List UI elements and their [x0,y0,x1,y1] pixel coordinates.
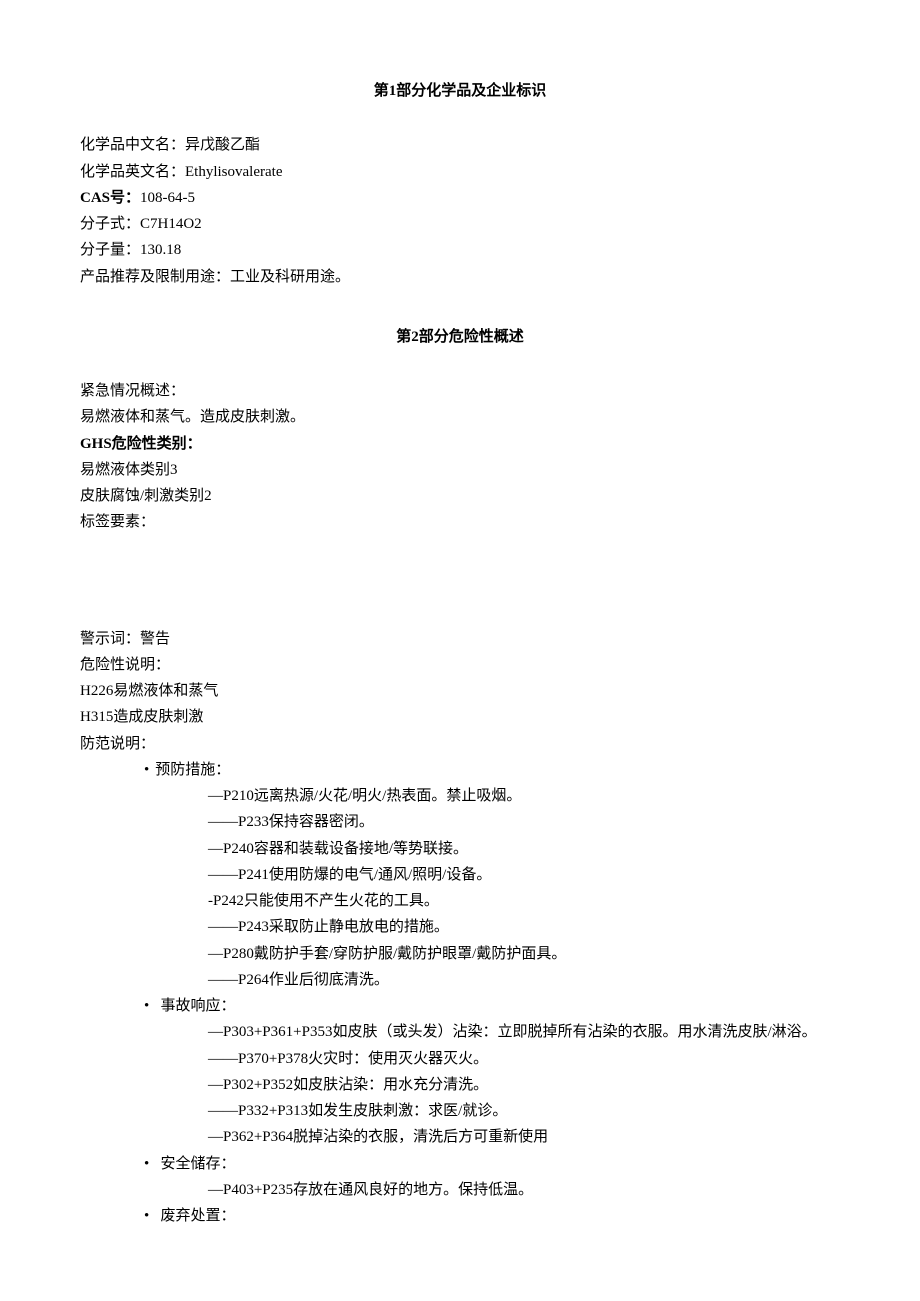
chemical-name-en: Ethylisovalerate [185,164,282,180]
precaution-p242: -P242只能使用不产生火花的工具。 [80,888,840,914]
formula-label: 分子式： [80,216,140,232]
hazard-h315: H315造成皮肤刺激 [80,704,840,730]
precaution-p210: —P210远离热源/火花/明火/热表面。禁止吸烟。 [80,783,840,809]
bullet-icon: • [144,1156,161,1172]
ghs-class-1: 易燃液体类别3 [80,457,840,483]
disposal-group: • 废弃处置： [80,1203,840,1229]
emergency-label: 紧急情况概述： [80,378,840,404]
chemical-name-cn-label: 化学品中文名： [80,137,185,153]
section-2-title: 第2部分危险性概述 [80,324,840,350]
hazard-h226: H226易燃液体和蒸气 [80,678,840,704]
precaution-p362: —P362+P364脱掉沾染的衣服，清洗后方可重新使用 [80,1124,840,1150]
precaution-p243: ——P243采取防止静电放电的措施。 [80,914,840,940]
mw-line: 分子量：130.18 [80,237,840,263]
label-elements: 标签要素： [80,509,840,535]
precaution-p303-wrap: —P303+P361+P353如皮肤（或头发）沾染：立即脱掉所有沾染的衣服。用水… [80,1019,840,1045]
bullet-icon [144,762,155,778]
precaution-p233: ——P233保持容器密闭。 [80,809,840,835]
precaution-p332: ——P332+P313如发生皮肤刺激：求医/就诊。 [80,1098,840,1124]
use-line: 产品推荐及限制用途：工业及科研用途。 [80,264,840,290]
use-label: 产品推荐及限制用途： [80,269,230,285]
cas-line: CAS号：108-64-5 [80,185,840,211]
response-title: 事故响应： [161,998,236,1014]
precaution-p280: —P280戴防护手套/穿防护服/戴防护眼罩/戴防护面具。 [80,941,840,967]
precaution-label: 防范说明： [80,731,840,757]
prevention-title: 预防措施： [155,762,230,778]
signal-word-label: 警示词： [80,631,140,647]
response-group: • 事故响应： [80,993,840,1019]
ghs-label-text: GHS危险性类别： [80,436,202,452]
emergency-text: 易燃液体和蒸气。造成皮肤刺激。 [80,404,840,430]
mw-label: 分子量： [80,242,140,258]
molecular-formula: C7H14O2 [140,216,202,232]
signal-word: 警告 [140,631,170,647]
hazard-statements-label: 危险性说明： [80,652,840,678]
formula-line: 分子式：C7H14O2 [80,211,840,237]
ghs-label: GHS危险性类别： [80,431,840,457]
precaution-p303: —P303+P361+P353如皮肤（或头发）沾染：立即脱掉所有沾染的衣服。用水… [208,1019,840,1045]
bullet-icon: • [144,998,161,1014]
storage-group: • 安全储存： [80,1151,840,1177]
precaution-p302: —P302+P352如皮肤沾染：用水充分清洗。 [80,1072,840,1098]
use-text: 工业及科研用途。 [230,269,350,285]
chemical-name-en-label: 化学品英文名： [80,164,185,180]
precaution-p240: —P240容器和装载设备接地/等势联接。 [80,836,840,862]
signal-word-line: 警示词：警告 [80,626,840,652]
section-1-title: 第1部分化学品及企业标识 [80,78,840,104]
precaution-p241: ——P241使用防爆的电气/通风/照明/设备。 [80,862,840,888]
cas-number: 108-64-5 [140,190,195,206]
ghs-class-2: 皮肤腐蚀/刺激类别2 [80,483,840,509]
cas-label: CAS号： [80,190,140,206]
prevention-group: 预防措施： [80,757,840,783]
precaution-p370: ——P370+P378火灾时：使用灭火器灭火。 [80,1046,840,1072]
precaution-p403: —P403+P235存放在通风良好的地方。保持低温。 [80,1177,840,1203]
chemical-name-cn: 异戊酸乙酯 [185,137,260,153]
pictogram-placeholder [80,536,840,626]
chemical-name-en-line: 化学品英文名：Ethylisovalerate [80,159,840,185]
precaution-p264: ——P264作业后彻底清洗。 [80,967,840,993]
storage-title: 安全储存： [161,1156,236,1172]
bullet-icon: • [144,1208,161,1224]
molecular-weight: 130.18 [140,242,181,258]
disposal-title: 废弃处置： [161,1208,236,1224]
chemical-name-cn-line: 化学品中文名：异戊酸乙酯 [80,132,840,158]
